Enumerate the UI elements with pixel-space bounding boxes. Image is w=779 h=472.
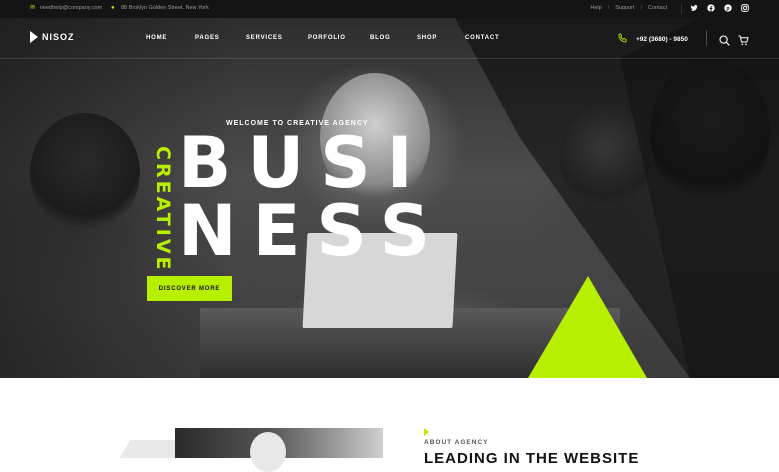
top-link-contact[interactable]: Contact <box>648 5 667 11</box>
about-title: LEADING IN THE WEBSITE <box>424 450 640 467</box>
menu-item-shop[interactable]: SHOP <box>417 35 437 41</box>
phone-number: +92 (3680) - 9850 <box>636 35 688 43</box>
address-info: ● 88 Broklyn Golden Street. New York <box>111 4 209 12</box>
menu-item-blog[interactable]: BLOG <box>370 35 391 41</box>
about-section <box>0 378 779 458</box>
divider: / <box>640 5 643 11</box>
envelope-icon: ✉ <box>30 4 36 11</box>
svg-text:p: p <box>726 6 730 12</box>
menu-item-portfolio[interactable]: PORFOLIO <box>308 35 346 41</box>
divider <box>706 30 707 46</box>
search-icon[interactable] <box>719 33 730 46</box>
top-link-help[interactable]: Help <box>590 5 601 11</box>
social-links: p <box>690 4 749 12</box>
pinterest-icon[interactable]: p <box>724 4 732 12</box>
email-text: needhelp@company.com <box>40 5 103 11</box>
about-label: ABOUT AGENCY <box>424 439 489 446</box>
logo-play-icon <box>30 31 38 43</box>
top-bar: ✉ needhelp@company.com ● 88 Broklyn Gold… <box>0 0 779 18</box>
about-marker-icon <box>424 428 429 436</box>
top-links: Help / Support / Contact <box>590 5 667 11</box>
location-pin-icon: ● <box>111 4 115 11</box>
phone-icon <box>618 33 628 45</box>
menu-item-pages[interactable]: PAGES <box>195 35 220 41</box>
logo-text: NISOZ <box>42 32 75 42</box>
site-logo[interactable]: NISOZ <box>30 31 75 43</box>
twitter-icon[interactable] <box>690 4 698 12</box>
nav-divider <box>0 58 779 59</box>
discover-more-button[interactable]: DISCOVER MORE <box>147 276 232 301</box>
divider: / <box>607 5 610 11</box>
menu-item-home[interactable]: HOME <box>146 35 167 41</box>
menu-item-services[interactable]: SERVICES <box>246 35 283 41</box>
menu-item-contact[interactable]: CONTACT <box>465 35 499 41</box>
address-text: 88 Broklyn Golden Street. New York <box>121 5 209 11</box>
phone-contact[interactable]: +92 (3680) - 9850 <box>618 33 688 45</box>
hero-vertical-word: CREATIVE <box>152 146 174 273</box>
hero-title-line1: BUSI <box>178 122 429 204</box>
about-image-person <box>250 432 286 472</box>
hero-title-line2: NESS <box>178 190 447 272</box>
instagram-icon[interactable] <box>741 4 749 12</box>
top-link-support[interactable]: Support <box>615 5 634 11</box>
email-info[interactable]: ✉ needhelp@company.com <box>30 4 103 12</box>
divider <box>681 4 682 14</box>
cart-icon[interactable] <box>738 33 749 46</box>
facebook-icon[interactable] <box>707 4 715 12</box>
